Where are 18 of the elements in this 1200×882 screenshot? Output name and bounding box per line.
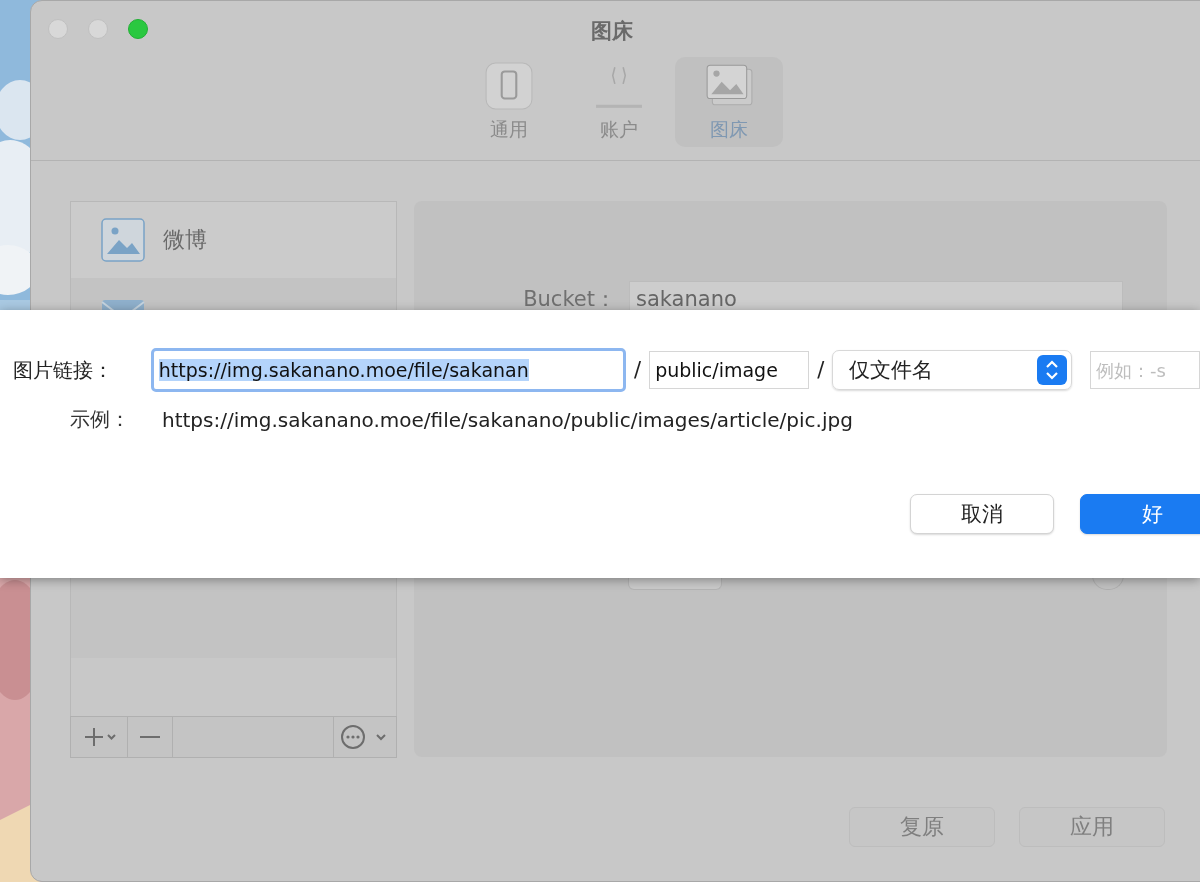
window-button[interactable]: 复原 (849, 807, 995, 847)
bucket-label: Bucket： (522, 286, 616, 313)
toolbar-tab[interactable]: 账户 (565, 57, 673, 147)
separator-text: / (817, 358, 825, 382)
naming-dropdown[interactable]: 仅文件名 (832, 350, 1072, 390)
example-label: 示例： (69, 406, 130, 433)
sidebar-item[interactable]: 微博 (71, 202, 396, 278)
window-button[interactable]: 应用 (1019, 807, 1165, 847)
suffix-field[interactable]: 例如：-s (1090, 351, 1200, 389)
sheet-button[interactable]: 好 (1080, 494, 1200, 534)
separator-text: / (634, 358, 642, 382)
sheet-button[interactable]: 取消 (910, 494, 1054, 534)
window-title: 图床 (591, 18, 633, 45)
example-url: https://img.sakanano.moe/file/sakanano/public/images/article/pic.jpg (162, 407, 853, 432)
link-label: 图片链接： (12, 356, 114, 384)
toolbar-tab[interactable]: 通用 (455, 57, 563, 147)
path-field[interactable]: public/image (649, 351, 810, 389)
url-field[interactable]: https://img.sakanano.moe/file/sakanan (150, 348, 627, 392)
